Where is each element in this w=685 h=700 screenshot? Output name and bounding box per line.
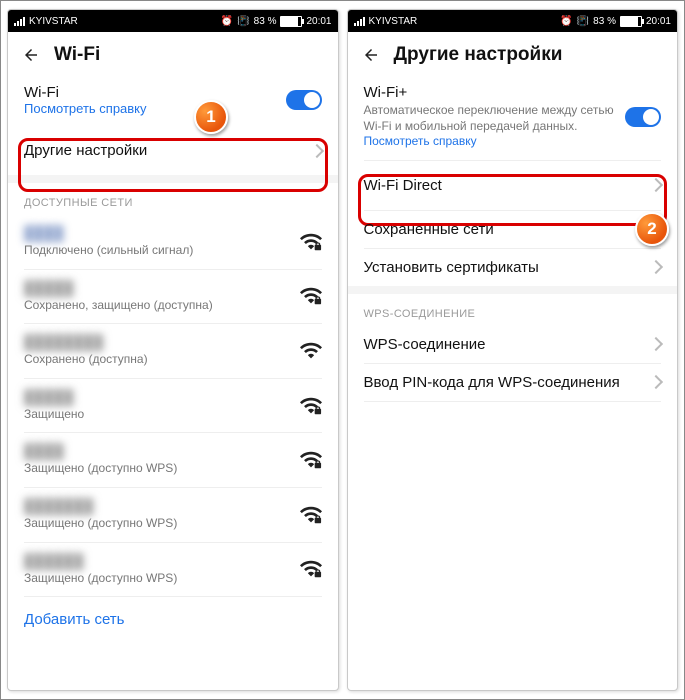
network-status: Защищено (доступно WPS) — [24, 571, 292, 587]
status-bar: KYIVSTAR ⏰ 📳 83 % 20:01 — [8, 10, 338, 32]
network-status: Подключено (сильный сигнал) — [24, 243, 292, 259]
help-link[interactable]: Посмотреть справку — [24, 101, 286, 116]
wifi-plus-desc: Автоматическое переключение между сетью … — [364, 103, 626, 150]
network-status: Сохранено, защищено (доступна) — [24, 298, 292, 314]
network-status: Защищено (доступно WPS) — [24, 516, 292, 532]
network-status: Защищено (доступно WPS) — [24, 461, 292, 477]
wifi-plus-toggle[interactable] — [625, 107, 661, 127]
install-certificates-label: Установить сертификаты — [364, 259, 644, 276]
wifi-toggle[interactable] — [286, 90, 322, 110]
other-settings-row[interactable]: Другие настройки — [8, 126, 338, 175]
arrow-left-icon — [362, 46, 380, 64]
clock: 20:01 — [646, 16, 671, 27]
other-settings-label: Другие настройки — [24, 142, 304, 159]
wifi-direct-label: Wi-Fi Direct — [364, 177, 644, 194]
alarm-icon: ⏰ — [560, 16, 572, 27]
vibrate-icon: 📳 — [577, 16, 589, 27]
wifi-lock-icon — [300, 504, 322, 526]
network-ssid: █████ — [24, 389, 292, 405]
chevron-right-icon — [649, 178, 663, 192]
network-row[interactable]: ████████ Сохранено (доступна) — [8, 324, 338, 378]
phone-left: KYIVSTAR ⏰ 📳 83 % 20:01 Wi-Fi Wi-Fi Посм… — [7, 9, 339, 691]
step-badge: 1 — [194, 100, 228, 134]
network-row[interactable]: █████ Защищено — [8, 379, 338, 433]
alarm-icon: ⏰ — [221, 16, 233, 27]
page-title: Wi-Fi — [54, 44, 100, 66]
wps-connection-row[interactable]: WPS-соединение — [348, 326, 678, 363]
wifi-lock-icon — [300, 395, 322, 417]
section-available-networks: ДОСТУПНЫЕ СЕТИ — [8, 183, 338, 215]
install-certificates-row[interactable]: Установить сертификаты — [348, 249, 678, 286]
carrier-label: KYIVSTAR — [29, 16, 78, 27]
network-row[interactable]: ████ Защищено (доступно WPS) — [8, 433, 338, 487]
battery-pct: 83 % — [593, 16, 616, 27]
header: Wi-Fi — [8, 32, 338, 74]
wifi-lock-icon — [300, 231, 322, 253]
help-link[interactable]: Посмотреть справку — [364, 134, 477, 148]
back-button[interactable] — [22, 46, 40, 64]
network-row[interactable]: █████ Сохранено, защищено (доступна) — [8, 270, 338, 324]
wifi-lock-icon — [300, 449, 322, 471]
wifi-icon — [300, 340, 322, 362]
section-wps: WPS-СОЕДИНЕНИЕ — [348, 294, 678, 326]
wifi-lock-icon — [300, 558, 322, 580]
network-row[interactable]: ████ Подключено (сильный сигнал) — [8, 215, 338, 269]
add-network-link[interactable]: Добавить сеть — [8, 597, 338, 643]
battery-icon — [280, 16, 302, 27]
saved-networks-row[interactable]: Сохраненные сети — [348, 211, 678, 248]
wifi-label: Wi-Fi — [24, 84, 286, 101]
chevron-right-icon — [649, 375, 663, 389]
network-ssid: █████ — [24, 280, 292, 296]
wps-connection-label: WPS-соединение — [364, 336, 644, 353]
separator — [348, 286, 678, 294]
page-title: Другие настройки — [394, 44, 563, 66]
network-ssid: ████████ — [24, 334, 292, 350]
signal-icon — [354, 17, 365, 26]
network-row[interactable]: ███████ Защищено (доступно WPS) — [8, 488, 338, 542]
carrier-label: KYIVSTAR — [369, 16, 418, 27]
wps-pin-label: Ввод PIN-кода для WPS-соединения — [364, 374, 644, 391]
saved-networks-label: Сохраненные сети — [364, 221, 644, 238]
network-status: Защищено — [24, 407, 292, 423]
status-bar: KYIVSTAR ⏰ 📳 83 % 20:01 — [348, 10, 678, 32]
wifi-plus-row[interactable]: Wi-Fi+ Автоматическое переключение между… — [348, 74, 678, 160]
header: Другие настройки — [348, 32, 678, 74]
wps-pin-row[interactable]: Ввод PIN-кода для WPS-соединения — [348, 364, 678, 401]
network-ssid: ███████ — [24, 498, 292, 514]
network-status: Сохранено (доступна) — [24, 352, 292, 368]
wifi-master-row[interactable]: Wi-Fi Посмотреть справку — [8, 74, 338, 126]
chevron-right-icon — [649, 260, 663, 274]
chevron-right-icon — [649, 337, 663, 351]
wifi-plus-label: Wi-Fi+ — [364, 84, 626, 101]
network-ssid: ████ — [24, 443, 292, 459]
step-badge: 2 — [635, 212, 669, 246]
battery-pct: 83 % — [254, 16, 277, 27]
wifi-direct-row[interactable]: Wi-Fi Direct — [348, 161, 678, 210]
battery-icon — [620, 16, 642, 27]
arrow-left-icon — [22, 46, 40, 64]
network-ssid: ████ — [24, 225, 292, 241]
clock: 20:01 — [306, 16, 331, 27]
phone-right: KYIVSTAR ⏰ 📳 83 % 20:01 Другие настройки… — [347, 9, 679, 691]
separator — [8, 175, 338, 183]
vibrate-icon: 📳 — [237, 16, 249, 27]
wifi-lock-icon — [300, 285, 322, 307]
signal-icon — [14, 17, 25, 26]
back-button[interactable] — [362, 46, 380, 64]
network-ssid: ██████ — [24, 553, 292, 569]
chevron-right-icon — [309, 143, 323, 157]
network-row[interactable]: ██████ Защищено (доступно WPS) — [8, 543, 338, 597]
